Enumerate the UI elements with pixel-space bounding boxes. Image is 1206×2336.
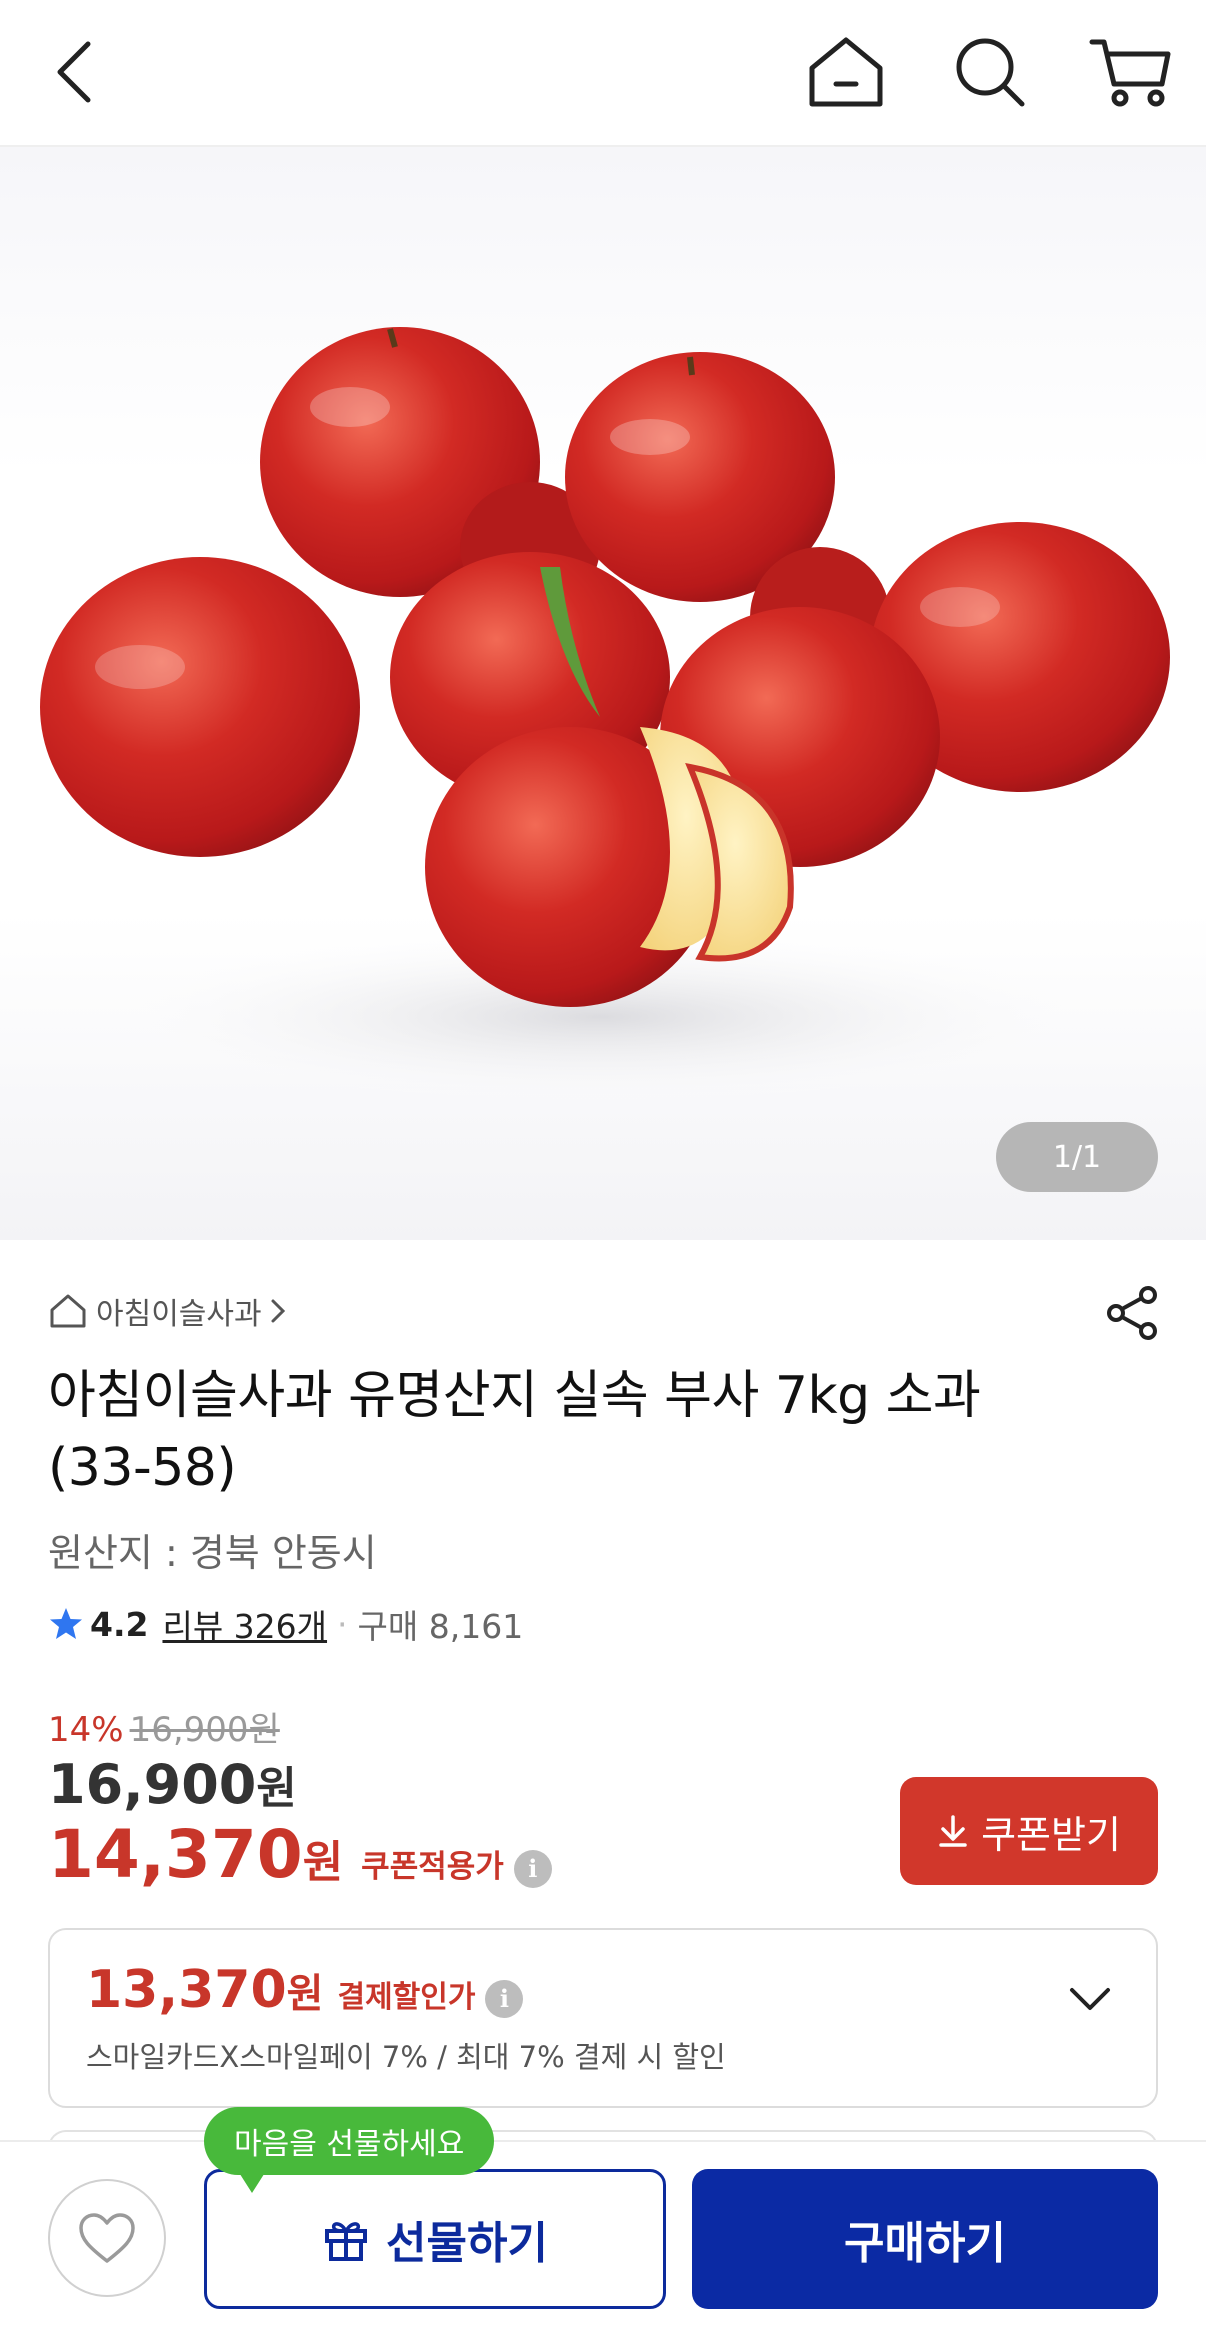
home-icon: [809, 37, 883, 107]
store-link[interactable]: 아침이슬사과: [48, 1289, 286, 1333]
gift-tooltip: 마음을 선물하세요: [204, 2107, 495, 2193]
payment-price-unit: 원: [286, 1971, 324, 2017]
home-button[interactable]: [804, 32, 888, 112]
download-icon: [939, 1815, 967, 1847]
original-price: 16,900원: [129, 1710, 280, 1750]
search-button[interactable]: [950, 32, 1030, 112]
coupon-price-unit: 원: [302, 1837, 344, 1888]
apples-image: [40, 327, 1170, 1107]
cart-button[interactable]: [1086, 32, 1176, 112]
back-button[interactable]: [44, 36, 104, 108]
payment-price-number: 13,370: [86, 1960, 287, 2020]
sale-price: 16,900원: [48, 1752, 297, 1816]
coupon-price-number: 14,370: [48, 1816, 303, 1893]
wishlist-button[interactable]: [48, 2179, 166, 2297]
gift-tooltip-text: 마음을 선물하세요: [234, 2127, 465, 2162]
chevron-right-icon: [271, 1299, 285, 1323]
product-title: 아침이슬사과 유명산지 실속 부사 7kg 소과 (33-58): [48, 1366, 981, 1498]
product-origin: 원산지 : 경북 안동시: [48, 1531, 377, 1575]
buy-button-label: 구매하기: [844, 2218, 1006, 2269]
image-pager: 1/1: [996, 1122, 1158, 1192]
rating-score: 4.2: [90, 1604, 149, 1644]
product-image[interactable]: 1/1: [0, 147, 1206, 1240]
rating-row: 4.2 리뷰 326개 · 구매 8,161: [48, 1600, 523, 1648]
gift-icon: [325, 2222, 368, 2261]
coupon-price: 14,370 원 쿠폰적용가 i: [48, 1816, 552, 1893]
gift-button[interactable]: 선물하기: [204, 2169, 666, 2309]
review-link[interactable]: 리뷰 326개: [162, 1600, 327, 1648]
sale-price-number: 16,900: [48, 1753, 257, 1816]
bottom-action-bar: 선물하기 구매하기: [0, 2140, 1206, 2336]
coupon-price-label: 쿠폰적용가: [361, 1849, 504, 1885]
coupon-button-label: 쿠폰받기: [981, 1812, 1121, 1857]
home-icon: [50, 1294, 86, 1328]
search-icon: [956, 38, 1025, 107]
sale-price-unit: 원: [256, 1763, 297, 1814]
payment-discount-price: 13,370 원 결제할인가 i: [86, 1960, 524, 2020]
info-icon[interactable]: i: [485, 1979, 524, 2018]
chevron-left-icon: [57, 41, 91, 103]
cart-icon: [1089, 39, 1171, 107]
coupon-download-button[interactable]: 쿠폰받기: [900, 1777, 1158, 1885]
buy-button[interactable]: 구매하기: [692, 2169, 1158, 2309]
chevron-down-icon[interactable]: [1068, 1986, 1112, 2014]
discount-row: 14% 16,900원: [48, 1702, 280, 1751]
share-icon: [1107, 1286, 1157, 1340]
separator-dot: ·: [337, 1604, 348, 1644]
star-icon: [50, 1608, 82, 1639]
payment-discount-description: 스마일카드X스마일페이 7% / 최대 7% 결제 시 할인: [86, 2040, 726, 2074]
heart-icon: [79, 2213, 135, 2263]
top-bar: [0, 0, 1206, 147]
info-icon[interactable]: i: [513, 1849, 552, 1888]
discount-rate: 14%: [48, 1710, 124, 1750]
store-name: 아침이슬사과: [96, 1297, 262, 1332]
gift-button-label: 선물하기: [386, 2218, 548, 2269]
payment-discount-label: 결제할인가: [337, 1980, 476, 2015]
share-button[interactable]: [1102, 1283, 1162, 1343]
payment-discount-box[interactable]: 13,370 원 결제할인가 i 스마일카드X스마일페이 7% / 최대 7% 결…: [48, 1928, 1158, 2108]
tooltip-tail: [238, 2171, 266, 2193]
purchase-count: 구매 8,161: [357, 1607, 524, 1646]
